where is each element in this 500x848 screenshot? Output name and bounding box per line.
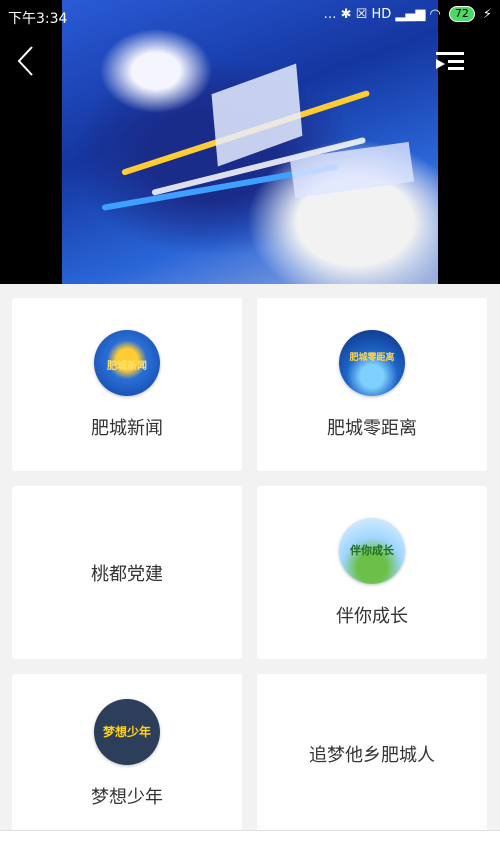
chevron-left-icon xyxy=(17,46,33,76)
video-player[interactable]: 下午3:34 … ✱ ☒ HD ▂▄▆ ◠ 72 ⚡ xyxy=(0,0,500,284)
status-indicators: … ✱ ☒ HD ▂▄▆ ◠ xyxy=(323,6,441,22)
program-card-taodu-party[interactable]: 桃都党建 xyxy=(12,486,242,659)
program-grid: 肥城新闻 肥城新闻 肥城零距离 肥城零距离 桃都党建 伴你成长 伴你成长 梦想少… xyxy=(12,298,488,834)
card-label: 伴你成长 xyxy=(336,605,408,627)
charging-icon: ⚡ xyxy=(482,6,492,22)
program-card-feicheng-news[interactable]: 肥城新闻 肥城新闻 xyxy=(12,298,242,471)
bottom-bar xyxy=(0,830,500,848)
battery-icon: 72 xyxy=(448,6,475,22)
card-label: 追梦他乡肥城人 xyxy=(309,745,435,766)
back-button[interactable] xyxy=(16,44,46,80)
program-card-feicheng-zero-distance[interactable]: 肥城零距离 肥城零距离 xyxy=(257,298,487,471)
grow-with-you-logo-icon: 伴你成长 xyxy=(339,517,405,584)
feicheng-news-logo-icon: 肥城新闻 xyxy=(94,329,160,396)
card-label: 桃都党建 xyxy=(91,563,163,585)
feicheng-zero-distance-logo-icon: 肥城零距离 xyxy=(339,329,405,396)
playlist-icon xyxy=(436,52,464,70)
card-label: 梦想少年 xyxy=(91,787,163,808)
program-card-dream-youth[interactable]: 梦想少年 梦想少年 xyxy=(12,674,242,834)
dream-youth-logo-icon: 梦想少年 xyxy=(94,699,160,765)
status-time: 下午3:34 xyxy=(8,11,68,27)
program-card-dream-chasers[interactable]: 追梦他乡肥城人 xyxy=(257,674,487,834)
status-bar: 下午3:34 … ✱ ☒ HD ▂▄▆ ◠ 72 ⚡ xyxy=(0,0,500,30)
program-card-grow-with-you[interactable]: 伴你成长 伴你成长 xyxy=(257,486,487,659)
video-frame xyxy=(62,0,438,284)
card-label: 肥城零距离 xyxy=(327,417,417,439)
card-label: 肥城新闻 xyxy=(91,417,163,439)
playlist-button[interactable] xyxy=(436,50,466,76)
